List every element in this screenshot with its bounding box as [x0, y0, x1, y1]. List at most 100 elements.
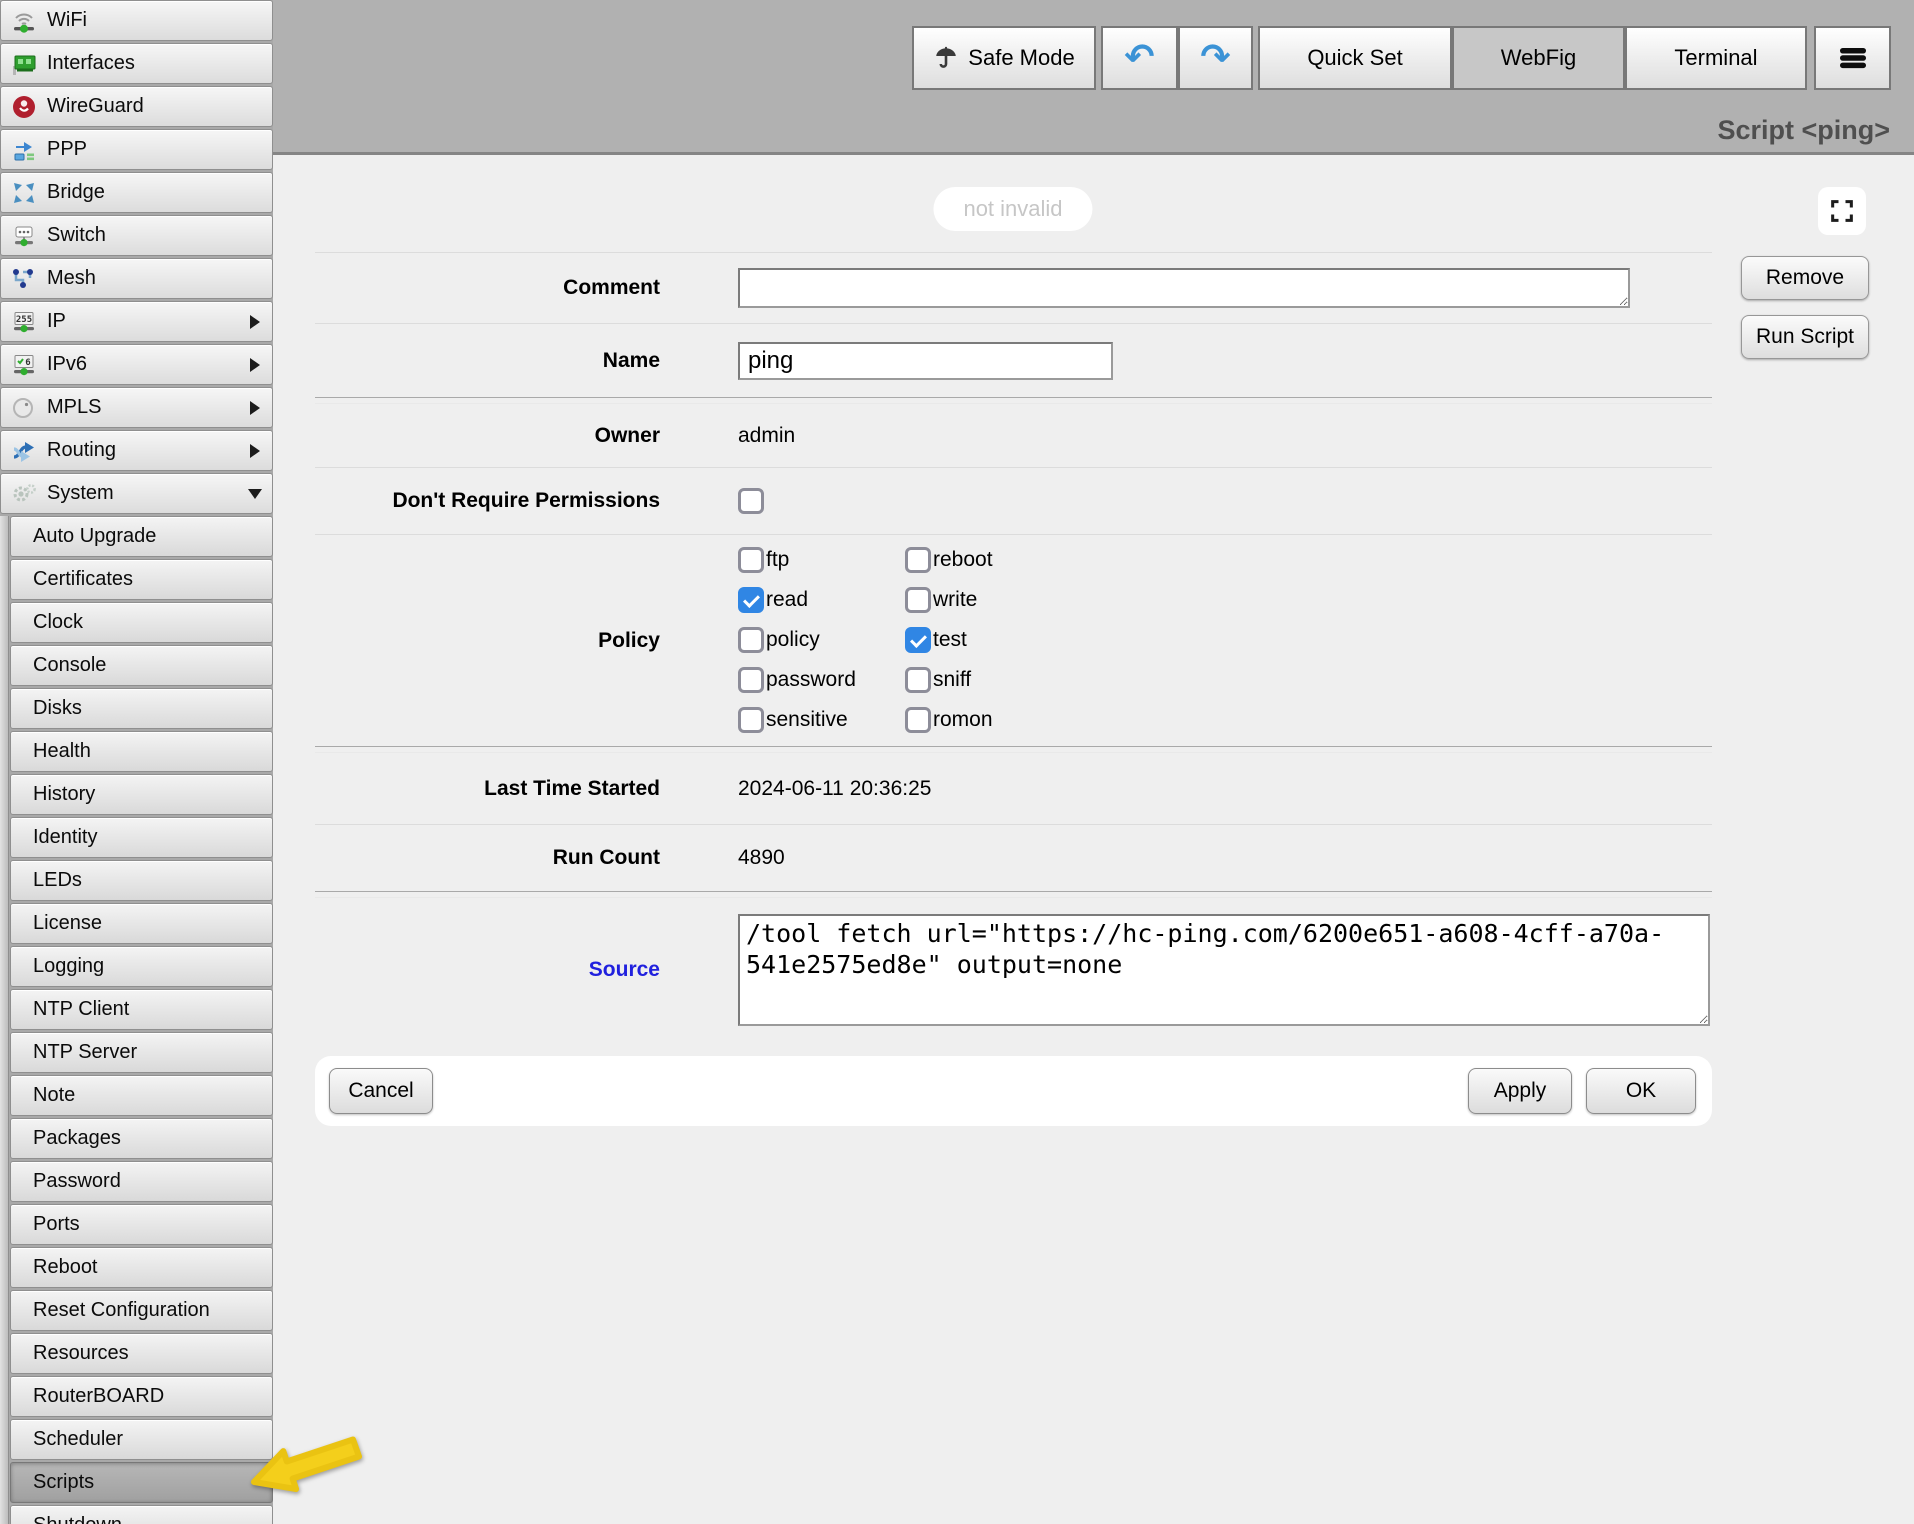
policy-checkbox[interactable]: [738, 627, 764, 653]
svg-text:6: 6: [25, 358, 30, 368]
sidebar-item-scheduler[interactable]: Scheduler: [10, 1419, 273, 1460]
sidebar-item-reset-configuration[interactable]: Reset Configuration: [10, 1290, 273, 1331]
comment-input[interactable]: [738, 268, 1630, 308]
sidebar-item-ntp-server[interactable]: NTP Server: [10, 1032, 273, 1073]
write-checkbox[interactable]: [905, 587, 931, 613]
last-time-started-value: 2024-06-11 20:36:25: [738, 777, 931, 801]
ok-button[interactable]: OK: [1586, 1068, 1696, 1114]
section-comment-name: Comment Name: [315, 252, 1712, 397]
tab-quick-set[interactable]: Quick Set: [1258, 26, 1452, 90]
sidebar-item-packages[interactable]: Packages: [10, 1118, 273, 1159]
test-checkbox[interactable]: [905, 627, 931, 653]
sidebar-item-certificates[interactable]: Certificates: [10, 559, 273, 600]
source-input[interactable]: /tool fetch url="https://hc-ping.com/620…: [738, 914, 1710, 1026]
comment-label: Comment: [315, 276, 660, 300]
section-divider: [315, 746, 1712, 753]
dont-require-permissions-checkbox[interactable]: [738, 488, 764, 514]
sidebar-item-ports[interactable]: Ports: [10, 1204, 273, 1245]
romon-checkbox[interactable]: [905, 707, 931, 733]
sidebar-item-history[interactable]: History: [10, 774, 273, 815]
run-script-button[interactable]: Run Script: [1741, 315, 1869, 359]
sidebar-item-interfaces[interactable]: Interfaces: [0, 43, 273, 84]
sidebar-item-wireguard[interactable]: WireGuard: [0, 86, 273, 127]
sidebar-item-disks[interactable]: Disks: [10, 688, 273, 729]
sidebar-item-note[interactable]: Note: [10, 1075, 273, 1116]
safe-mode-button[interactable]: Safe Mode: [912, 26, 1096, 90]
webfig-window: WiFi Interfaces WireGuard PPP Bridge Swi…: [0, 0, 1914, 1524]
password-checkbox[interactable]: [738, 667, 764, 693]
fullscreen-button[interactable]: [1818, 187, 1866, 235]
cancel-button[interactable]: Cancel: [329, 1068, 433, 1114]
sidebar-item-auto-upgrade[interactable]: Auto Upgrade: [10, 516, 273, 557]
run-count-row: Run Count 4890: [315, 824, 1712, 891]
section-source: Source /tool fetch url="https://hc-ping.…: [315, 898, 1712, 1041]
wifi-icon: [11, 8, 37, 34]
tab-webfig[interactable]: WebFig: [1452, 26, 1625, 90]
sidebar-item-mpls[interactable]: MPLS: [0, 387, 273, 428]
sidebar-item-ip[interactable]: 255 IP: [0, 301, 273, 342]
sidebar-item-ipv6[interactable]: 6 IPv6: [0, 344, 273, 385]
redo-button[interactable]: ↷: [1178, 26, 1253, 90]
menu-button[interactable]: [1814, 26, 1891, 90]
sidebar-item-logging[interactable]: Logging: [10, 946, 273, 987]
sidebar: WiFi Interfaces WireGuard PPP Bridge Swi…: [0, 0, 273, 1524]
hamburger-icon: [1838, 45, 1868, 71]
ppp-icon: [11, 137, 37, 163]
run-count-label: Run Count: [315, 846, 660, 870]
sensitive-checkbox[interactable]: [738, 707, 764, 733]
status-badge: not invalid: [933, 187, 1092, 231]
policy-option-test: test: [905, 627, 993, 653]
read-checkbox[interactable]: [738, 587, 764, 613]
name-label: Name: [315, 349, 660, 373]
sidebar-item-shutdown[interactable]: Shutdown: [10, 1505, 273, 1524]
sidebar-item-resources[interactable]: Resources: [10, 1333, 273, 1374]
ftp-checkbox[interactable]: [738, 547, 764, 573]
sidebar-item-wifi[interactable]: WiFi: [0, 0, 273, 41]
sidebar-item-reboot[interactable]: Reboot: [10, 1247, 273, 1288]
sniff-checkbox[interactable]: [905, 667, 931, 693]
undo-button[interactable]: ↶: [1101, 26, 1178, 90]
sidebar-item-password[interactable]: Password: [10, 1161, 273, 1202]
tab-terminal[interactable]: Terminal: [1625, 26, 1807, 90]
sidebar-item-console[interactable]: Console: [10, 645, 273, 686]
sidebar-item-system[interactable]: System: [0, 473, 273, 514]
sidebar-item-clock[interactable]: Clock: [10, 602, 273, 643]
dont-require-permissions-row: Don't Require Permissions: [315, 467, 1712, 534]
section-owner-policy: Owner admin Don't Require Permissions Po…: [315, 404, 1712, 746]
policy-option-sniff: sniff: [905, 667, 993, 693]
submenu-arrow-icon: [250, 444, 260, 458]
sidebar-item-routing[interactable]: Routing: [0, 430, 273, 471]
sidebar-item-switch[interactable]: Switch: [0, 215, 273, 256]
system-submenu: Auto Upgrade Certificates Clock Console …: [0, 516, 273, 1524]
policy-option-sensitive: sensitive: [738, 707, 905, 733]
sidebar-item-bridge[interactable]: Bridge: [0, 172, 273, 213]
dont-require-permissions-label: Don't Require Permissions: [315, 489, 660, 513]
name-input[interactable]: [738, 342, 1113, 380]
source-label[interactable]: Source: [315, 958, 660, 982]
routing-icon: [11, 438, 37, 464]
switch-icon: [11, 223, 37, 249]
bridge-icon: [11, 180, 37, 206]
section-divider: [315, 891, 1712, 898]
sidebar-item-ntp-client[interactable]: NTP Client: [10, 989, 273, 1030]
sidebar-item-leds[interactable]: LEDs: [10, 860, 273, 901]
expanded-arrow-icon: [248, 489, 262, 499]
sidebar-item-license[interactable]: License: [10, 903, 273, 944]
sidebar-item-ppp[interactable]: PPP: [0, 129, 273, 170]
sidebar-item-routerboard[interactable]: RouterBOARD: [10, 1376, 273, 1417]
sidebar-item-mesh[interactable]: Mesh: [0, 258, 273, 299]
policy-option-ftp: ftp: [738, 547, 905, 573]
comment-row: Comment: [315, 253, 1712, 323]
policy-option-write: write: [905, 587, 993, 613]
source-row: Source /tool fetch url="https://hc-ping.…: [315, 898, 1712, 1041]
owner-label: Owner: [315, 424, 660, 448]
reboot-checkbox[interactable]: [905, 547, 931, 573]
remove-button[interactable]: Remove: [1741, 256, 1869, 300]
sidebar-item-scripts[interactable]: Scripts: [10, 1462, 273, 1503]
sidebar-item-health[interactable]: Health: [10, 731, 273, 772]
submenu-arrow-icon: [250, 358, 260, 372]
apply-button[interactable]: Apply: [1468, 1068, 1572, 1114]
policy-option-read: read: [738, 587, 905, 613]
policy-checkbox-grid: ftp reboot read write policy test passwo…: [738, 535, 993, 746]
sidebar-item-identity[interactable]: Identity: [10, 817, 273, 858]
